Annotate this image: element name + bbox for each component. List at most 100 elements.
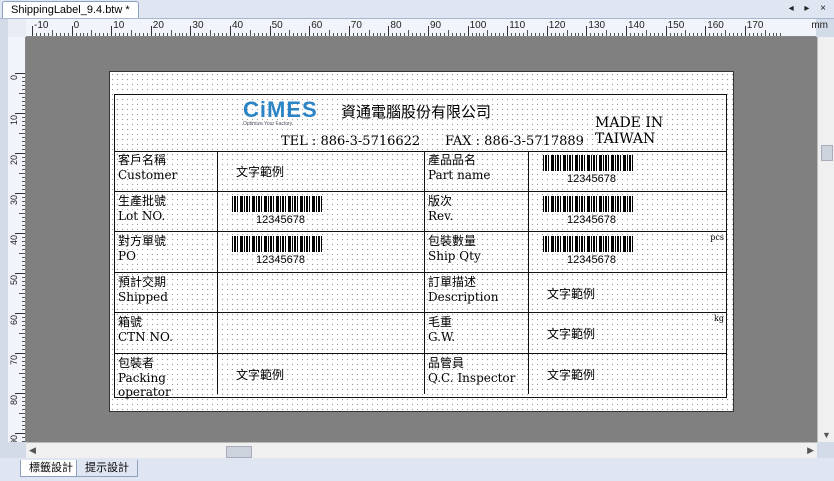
ruler-minor-tick xyxy=(340,33,342,36)
ruler-tick-label: 0 xyxy=(9,75,19,81)
ruler-minor-tick xyxy=(95,33,97,36)
scroll-right-icon[interactable]: ▶ xyxy=(807,445,814,456)
scroll-left-icon[interactable]: ◀ xyxy=(29,445,36,456)
ruler-tick xyxy=(626,26,627,36)
vertical-scrollbar[interactable]: ▼ xyxy=(817,37,834,442)
ruler-minor-tick xyxy=(35,33,37,36)
ruler-minor-tick xyxy=(261,33,263,36)
ruler-minor-tick xyxy=(649,33,651,36)
label-en: Part name xyxy=(428,168,491,182)
ruler-minor-tick xyxy=(725,30,726,36)
ruler-tick-label: 140 xyxy=(628,20,645,31)
ruler-minor-tick xyxy=(598,33,600,36)
ruler-tick xyxy=(190,26,192,36)
ruler-minor-tick xyxy=(364,33,366,36)
ruler-minor-tick xyxy=(22,169,25,170)
ruler-minor-tick xyxy=(760,33,762,36)
value-cell[interactable]: 12345678 xyxy=(218,191,425,232)
label-cell: 客戶名稱 Customer xyxy=(115,151,218,192)
value-cell[interactable]: 12345678 xyxy=(529,151,726,192)
value-cell[interactable]: 文字範例 kg xyxy=(529,313,726,354)
ruler-minor-tick xyxy=(22,249,25,250)
scroll-down-icon[interactable]: ▼ xyxy=(822,430,831,440)
vertical-scroll-thumb[interactable] xyxy=(821,145,833,161)
ruler-minor-tick xyxy=(653,33,655,36)
ruler-tick-label: 10 xyxy=(9,115,19,126)
ruler-minor-tick xyxy=(400,33,402,36)
ruler-minor-tick xyxy=(22,405,25,406)
ruler-minor-tick xyxy=(22,117,25,118)
ruler-minor-tick xyxy=(736,33,738,36)
value-cell[interactable] xyxy=(218,313,425,354)
ruler-minor-tick xyxy=(538,33,540,36)
horizontal-scroll-thumb[interactable] xyxy=(226,446,252,458)
ruler-minor-tick xyxy=(336,33,338,36)
ruler-minor-tick xyxy=(554,33,556,36)
ruler-corner xyxy=(8,19,27,38)
ruler-minor-tick xyxy=(657,33,659,36)
ruler-minor-tick xyxy=(22,381,25,382)
label-cell: 產品品名 Part name xyxy=(425,151,529,192)
ruler-minor-tick xyxy=(491,33,493,36)
ruler-tick-label: 160 xyxy=(707,20,724,31)
ruler-minor-tick xyxy=(721,33,723,36)
ruler-minor-tick xyxy=(372,33,374,36)
ruler-minor-tick xyxy=(22,337,25,338)
ruler-minor-tick xyxy=(22,121,25,122)
value-cell[interactable]: 文字範例 xyxy=(529,354,726,395)
ruler-minor-tick xyxy=(582,33,584,36)
value-cell[interactable]: 文字範例 xyxy=(218,353,425,394)
tab-navigation[interactable]: ◂ ▸ × xyxy=(789,1,830,17)
label-zh: 生產批號 xyxy=(118,193,167,208)
ruler-minor-tick xyxy=(19,173,25,174)
label-en: Description xyxy=(428,289,499,304)
ruler-tick-label: 0 xyxy=(73,20,80,31)
value-cell[interactable] xyxy=(218,272,425,313)
ruler-minor-tick xyxy=(368,30,370,36)
ruler-minor-tick xyxy=(22,401,25,402)
value-cell[interactable]: 文字範例 xyxy=(218,151,425,192)
bottom-tabstrip: 標籤設計 提示設計 xyxy=(0,458,834,481)
ruler-minor-tick xyxy=(22,269,25,270)
sample-text: 文字範例 xyxy=(547,327,596,341)
ruler-minor-tick xyxy=(273,33,275,36)
ruler-minor-tick xyxy=(22,165,25,166)
sample-text: 文字範例 xyxy=(236,367,285,382)
ruler-tick-label: 10 xyxy=(113,20,125,31)
ruler-minor-tick xyxy=(22,349,25,350)
ruler-minor-tick xyxy=(471,33,473,36)
ruler-minor-tick xyxy=(356,33,358,36)
label-page[interactable]: CiMES Optimize Your Factory 資通電腦股份有限公司 M… xyxy=(109,71,734,412)
barcode-number: 12345678 xyxy=(256,213,305,226)
ruler-minor-tick xyxy=(606,30,608,36)
ruler-tick xyxy=(467,26,469,36)
ruler-minor-tick xyxy=(495,33,497,36)
ruler-tick xyxy=(230,26,231,36)
ruler-minor-tick xyxy=(709,33,711,36)
ruler-minor-tick xyxy=(22,385,25,386)
design-canvas[interactable]: CiMES Optimize Your Factory 資通電腦股份有限公司 M… xyxy=(26,37,817,442)
label-en: Shipped xyxy=(118,289,168,304)
label-zh: 訂單描述 xyxy=(428,274,477,289)
value-cell[interactable]: 12345678 xyxy=(529,192,726,232)
ruler-minor-tick xyxy=(22,305,25,306)
ruler-tick-label: 60 xyxy=(9,315,19,326)
value-cell[interactable]: 12345678 xyxy=(218,232,425,273)
ruler-minor-tick xyxy=(22,225,25,226)
ruler-minor-tick xyxy=(574,33,576,36)
value-cell[interactable]: 文字範例 xyxy=(529,273,726,313)
ruler-minor-tick xyxy=(673,33,675,36)
ruler-minor-tick xyxy=(142,33,144,36)
value-cell[interactable]: 12345678 pcs xyxy=(529,232,726,273)
ruler-minor-tick xyxy=(590,33,592,36)
label-zh: 預計交期 xyxy=(118,274,167,289)
ruler-minor-tick xyxy=(297,33,299,36)
horizontal-scrollbar[interactable]: ◀ ▶ xyxy=(26,442,817,459)
tab-prompt-design[interactable]: 提示設計 xyxy=(76,460,138,477)
barcode-number: 12345678 xyxy=(567,213,616,226)
document-tab[interactable]: ShippingLabel_9.4.btw * xyxy=(2,1,139,18)
ruler-minor-tick xyxy=(22,177,25,178)
tab-label-design[interactable]: 標籤設計 xyxy=(20,460,82,477)
logo-text: CiMES xyxy=(243,97,318,122)
ruler-tick xyxy=(269,26,271,36)
